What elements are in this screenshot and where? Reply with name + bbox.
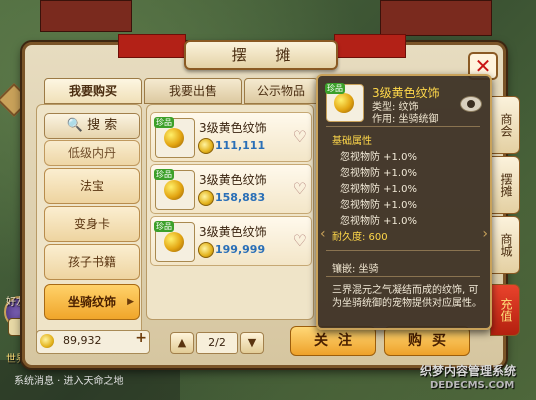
- side-tab-mall[interactable]: 商城: [490, 216, 520, 274]
- roof-decoration: [40, 0, 132, 32]
- tooltip-durability: 耐久度: 600: [332, 232, 388, 243]
- gem-icon: [164, 128, 184, 148]
- tooltip-attribute: 忽视物防 +1.0%: [340, 152, 417, 163]
- tooltip-attribute: 忽视物防 +1.0%: [340, 200, 417, 211]
- side-tab-shop[interactable]: 商会: [490, 96, 520, 154]
- item-tooltip: 珍品 3级黄色纹饰 类型: 纹饰 作用: 坐骑统御 基础属性 忽视物防 +1.0…: [316, 74, 492, 330]
- eye-icon[interactable]: [460, 96, 482, 112]
- gem-icon: [164, 180, 184, 200]
- rare-badge: 珍品: [154, 169, 174, 180]
- heart-icon[interactable]: ♡: [293, 179, 307, 198]
- item-price: 158,883: [215, 191, 266, 204]
- list-item[interactable]: 珍品 3级黄色纹饰 111,111 ♡: [150, 112, 312, 162]
- gem-icon: [164, 232, 184, 252]
- add-currency-button[interactable]: +: [135, 330, 147, 346]
- category-label: 变身卡: [73, 217, 110, 231]
- item-name: 3级黄色纹饰: [199, 225, 267, 239]
- category-item[interactable]: 孩子书籍: [44, 244, 140, 280]
- category-item[interactable]: 变身卡: [44, 206, 140, 242]
- buy-button[interactable]: 购买: [384, 326, 470, 356]
- chevron-left-icon[interactable]: ‹: [320, 226, 326, 242]
- rare-badge: 珍品: [154, 221, 174, 232]
- rare-badge: 珍品: [325, 83, 345, 94]
- item-price: 199,999: [215, 243, 266, 256]
- tab-sell[interactable]: 我要出售: [144, 78, 242, 104]
- tab-public[interactable]: 公示物品: [244, 78, 318, 104]
- tab-buy[interactable]: 我要购买: [44, 78, 142, 104]
- wallet-amount: 89,932: [63, 334, 102, 347]
- category-label: 法宝: [79, 179, 104, 193]
- side-tab-recharge[interactable]: 充值: [490, 284, 520, 336]
- item-thumbnail: 珍品: [154, 169, 195, 210]
- follow-button[interactable]: 关注: [290, 326, 376, 356]
- item-thumbnail: 珍品: [154, 221, 195, 262]
- chevron-right-icon: ▶: [127, 297, 134, 307]
- ribbon-left: [118, 34, 186, 58]
- coin-icon: [198, 190, 214, 206]
- divider: [326, 126, 480, 127]
- divider: [326, 250, 480, 251]
- category-label: 坐骑纹饰: [67, 295, 116, 309]
- category-label: 低级内丹: [67, 146, 116, 160]
- category-item[interactable]: 法宝: [44, 168, 140, 204]
- gem-icon: [334, 93, 354, 113]
- chevron-right-icon[interactable]: ›: [482, 226, 488, 242]
- tooltip-section-basic: 基础属性: [332, 136, 372, 147]
- coin-icon: [198, 242, 214, 258]
- search-label: 搜 索: [87, 118, 118, 133]
- watermark-text: 织梦内容管理系统: [420, 364, 517, 378]
- list-item[interactable]: 珍品 3级黄色纹饰 158,883 ♡: [150, 164, 312, 214]
- ribbon-right: [334, 34, 406, 58]
- search-button[interactable]: 🔍 搜 索: [44, 113, 140, 139]
- category-item[interactable]: 低级内丹: [44, 140, 140, 166]
- category-item-active[interactable]: 坐骑纹饰 ▶: [44, 284, 140, 320]
- wallet-bar: 89,932 +: [36, 330, 150, 354]
- heart-icon[interactable]: ♡: [293, 127, 307, 146]
- list-item[interactable]: 珍品 3级黄色纹饰 199,999 ♡: [150, 216, 312, 266]
- tooltip-inlay: 镶嵌: 坐骑: [332, 264, 379, 275]
- page-indicator: 2/2: [196, 332, 238, 354]
- tooltip-attribute: 忽视物防 +1.0%: [340, 168, 417, 179]
- item-thumbnail: 珍品: [154, 117, 195, 158]
- divider: [326, 276, 480, 277]
- tooltip-description: 三界混元之气凝结而成的纹饰, 可为坐骑统御的宠物提供对应属性。: [332, 285, 482, 309]
- tooltip-use: 作用: 坐骑统御: [372, 114, 439, 125]
- search-icon: 🔍: [66, 118, 83, 133]
- coin-icon: [40, 334, 54, 348]
- tooltip-thumbnail: 珍品: [325, 83, 364, 122]
- item-price: 111,111: [215, 139, 266, 152]
- rare-badge: 珍品: [154, 117, 174, 128]
- page-next-button[interactable]: ▼: [240, 332, 264, 354]
- heart-icon[interactable]: ♡: [293, 231, 307, 250]
- tooltip-attribute: 忽视物防 +1.0%: [340, 184, 417, 195]
- side-tab-stall[interactable]: 摆摊: [490, 156, 520, 214]
- page-title: 摆 摊: [184, 40, 338, 70]
- category-label: 孩子书籍: [67, 255, 116, 269]
- page-prev-button[interactable]: ▲: [170, 332, 194, 354]
- item-name: 3级黄色纹饰: [199, 173, 267, 187]
- roof-decoration: [380, 0, 492, 36]
- item-name: 3级黄色纹饰: [199, 121, 267, 135]
- tooltip-attribute: 忽视物防 +1.0%: [340, 216, 417, 227]
- watermark-url: DEDECMS.COM: [430, 380, 515, 391]
- chat-message: 系统消息 · 进入天命之地: [14, 376, 124, 387]
- coin-icon: [198, 138, 214, 154]
